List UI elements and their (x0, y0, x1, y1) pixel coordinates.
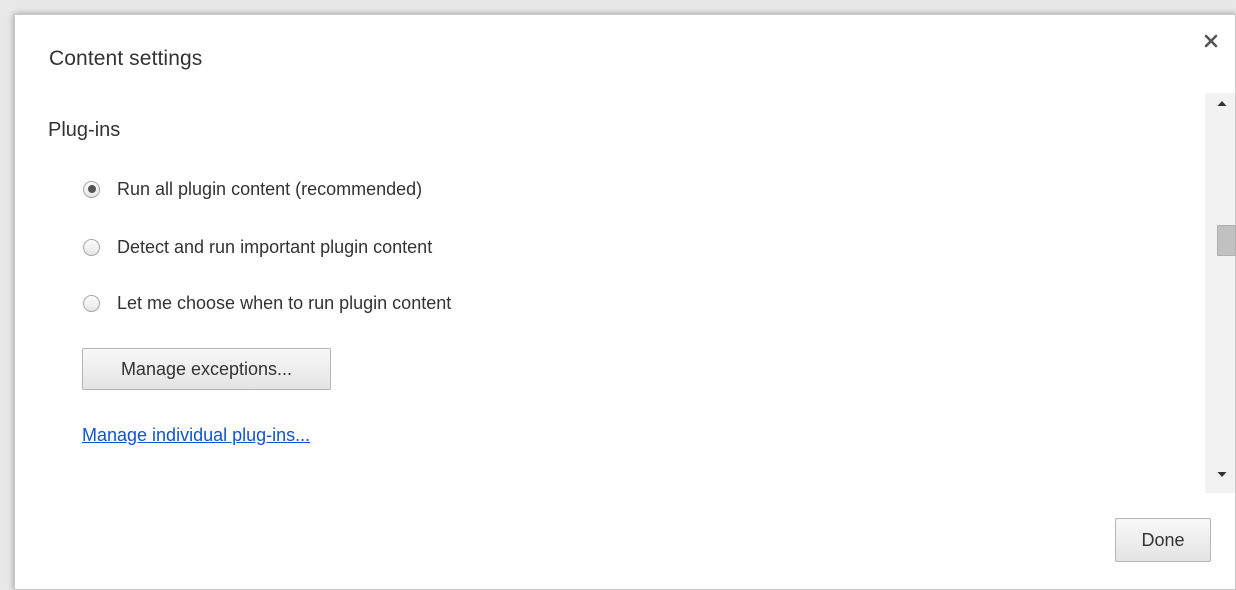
radio-button[interactable] (83, 294, 100, 312)
section-title-plugins: Plug-ins (48, 119, 121, 141)
radio-label: Run all plugin content (recommended) (117, 178, 423, 199)
dialog-title: Content settings (49, 47, 203, 70)
scroll-down-arrow-icon[interactable] (1205, 465, 1235, 485)
radio-label: Detect and run important plugin content (117, 236, 433, 257)
close-icon[interactable] (1201, 31, 1221, 51)
settings-content-area: Plug-ins Run all plugin content (recomme… (15, 95, 1215, 490)
manage-exceptions-button[interactable]: Manage exceptions... (82, 348, 331, 390)
scrollbar-thumb[interactable] (1217, 225, 1236, 256)
radio-label: Let me choose when to run plugin content (117, 292, 452, 313)
radio-button-checked[interactable] (83, 180, 100, 198)
manage-individual-plugins-link[interactable]: Manage individual plug-ins... (82, 425, 310, 446)
content-settings-dialog: Content settings Plug-ins Run all plugin… (14, 14, 1236, 590)
radio-let-me-choose-plugins[interactable]: Let me choose when to run plugin content (83, 291, 451, 315)
vertical-scrollbar[interactable] (1205, 93, 1236, 493)
radio-button[interactable] (83, 238, 100, 256)
radio-detect-important-plugins[interactable]: Detect and run important plugin content (83, 235, 432, 259)
done-button[interactable]: Done (1115, 518, 1211, 562)
radio-run-all-plugins[interactable]: Run all plugin content (recommended) (83, 177, 422, 201)
scroll-up-arrow-icon[interactable] (1205, 93, 1235, 113)
